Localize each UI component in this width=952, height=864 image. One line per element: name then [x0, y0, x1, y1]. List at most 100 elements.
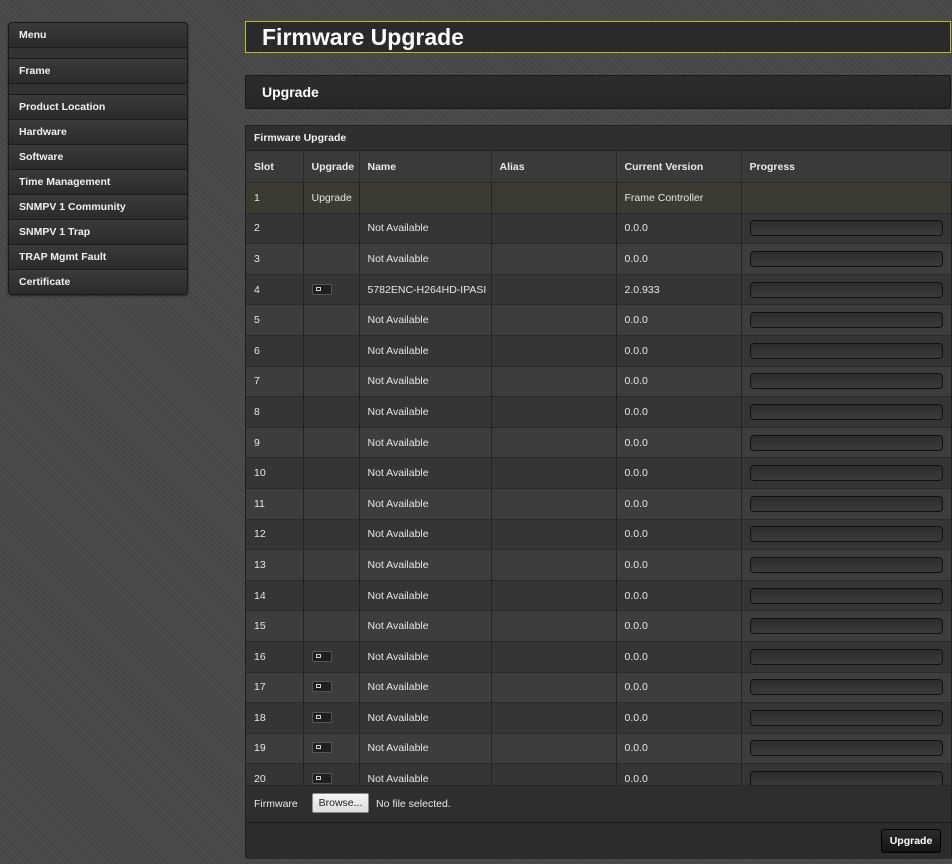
slot-upgrade-button[interactable]: [311, 711, 332, 723]
version-cell: 2.0.933: [616, 273, 742, 305]
alias-cell[interactable]: [491, 732, 617, 764]
alias-cell[interactable]: [491, 671, 617, 703]
name-cell: Not Available: [359, 334, 492, 367]
sidebar-item-software[interactable]: Software: [9, 145, 187, 170]
progress-bar: [749, 587, 943, 604]
slot-cell: 6: [246, 334, 304, 367]
sidebar-menu: Menu Frame Product Location Hardware Sof…: [8, 22, 188, 295]
alias-cell[interactable]: [491, 426, 617, 458]
version-cell: 0.0.0: [616, 640, 742, 672]
slot-cell: 3: [246, 243, 304, 275]
slot-cell: 7: [246, 365, 304, 397]
table-row: 17 Not Available 0.0.0: [246, 671, 952, 703]
slot-cell: 9: [246, 426, 304, 458]
slot-upgrade-button[interactable]: [311, 742, 332, 754]
progress-cell: [741, 273, 952, 305]
table-row: 7 Not Available 0.0.0: [246, 365, 952, 397]
name-cell: Not Available: [359, 732, 492, 764]
column-header-progress: Progress: [741, 151, 952, 183]
name-cell: Not Available: [359, 640, 492, 672]
slot-cell: 10: [246, 457, 304, 489]
sidebar-item-hardware[interactable]: Hardware: [9, 120, 187, 145]
slot-cell: 17: [246, 671, 304, 703]
table-row: 13 Not Available 0.0.0: [246, 549, 952, 581]
slot-cell: 18: [246, 702, 304, 734]
alias-cell[interactable]: [491, 243, 617, 275]
version-cell: 0.0.0: [616, 518, 742, 550]
table-row: 15 Not Available 0.0.0: [246, 610, 952, 642]
alias-cell[interactable]: [491, 549, 617, 581]
upgrade-cell: [303, 304, 360, 336]
alias-cell[interactable]: [491, 640, 617, 672]
table-row: 6 Not Available 0.0.0: [246, 334, 952, 367]
progress-cell: [741, 334, 952, 367]
table-row: 11 Not Available 0.0.0: [246, 487, 952, 520]
column-header-alias: Alias: [491, 151, 617, 183]
frame-controller-note: Frame Controller: [616, 182, 742, 214]
sidebar-divider: [9, 48, 187, 59]
name-cell: Not Available: [359, 457, 492, 489]
sidebar-item-product-location[interactable]: Product Location: [9, 95, 187, 120]
version-cell: 0.0.0: [616, 334, 742, 367]
version-cell: 0.0.0: [616, 671, 742, 703]
upgrade-cell: [303, 732, 360, 764]
progress-cell: [741, 304, 952, 336]
name-cell: Not Available: [359, 243, 492, 275]
version-cell: 0.0.0: [616, 702, 742, 734]
upgrade-cell: [303, 702, 360, 734]
progress-cell: [741, 243, 952, 275]
alias-cell[interactable]: [491, 702, 617, 734]
version-cell: 0.0.0: [616, 732, 742, 764]
section-title: Upgrade: [262, 84, 319, 100]
firmware-label: Firmware: [254, 798, 298, 810]
action-bar: Upgrade: [246, 822, 951, 859]
alias-cell[interactable]: [491, 579, 617, 611]
alias-cell[interactable]: [491, 273, 617, 305]
panel-title: Firmware Upgrade: [246, 126, 951, 151]
file-status: No file selected.: [376, 798, 451, 810]
sidebar-item-snmpv1-community[interactable]: SNMPV 1 Community: [9, 195, 187, 220]
column-header-slot: Slot: [246, 151, 304, 183]
progress-bar: [749, 526, 943, 543]
alias-cell[interactable]: [491, 610, 617, 642]
alias-cell[interactable]: [491, 457, 617, 489]
version-cell: 0.0.0: [616, 579, 742, 611]
upgrade-cell: [303, 273, 360, 305]
version-cell: 0.0.0: [616, 243, 742, 275]
progress-bar: [749, 403, 943, 420]
sidebar-item-trap-mgmt-fault[interactable]: TRAP Mgmt Fault: [9, 245, 187, 270]
alias-cell[interactable]: [491, 212, 617, 244]
name-cell: Not Available: [359, 487, 492, 520]
upgrade-button[interactable]: Upgrade: [881, 829, 941, 853]
sidebar-item-certificate[interactable]: Certificate: [9, 270, 187, 294]
progress-cell: [741, 487, 952, 520]
upgrade-link[interactable]: Upgrade: [303, 182, 360, 214]
sidebar-item-time-management[interactable]: Time Management: [9, 170, 187, 195]
name-cell: Not Available: [359, 549, 492, 581]
alias-cell[interactable]: [491, 396, 617, 428]
progress-cell: [741, 365, 952, 397]
slot-upgrade-button[interactable]: [311, 773, 332, 785]
table-header-row: Slot Upgrade Name Alias Current Version …: [246, 151, 952, 183]
version-cell: 0.0.0: [616, 487, 742, 520]
alias-cell[interactable]: [491, 334, 617, 367]
alias-cell[interactable]: [491, 487, 617, 520]
slot-upgrade-button[interactable]: [311, 681, 332, 693]
sidebar-item-frame[interactable]: Frame: [9, 59, 187, 84]
upgrade-cell: [303, 334, 360, 367]
progress-cell: [741, 549, 952, 581]
upgrade-cell: [303, 243, 360, 275]
upgrade-cell: [303, 640, 360, 672]
alias-cell[interactable]: [491, 304, 617, 336]
progress-bar: [749, 220, 943, 237]
sidebar-item-snmpv1-trap[interactable]: SNMPV 1 Trap: [9, 220, 187, 245]
slot-cell: 19: [246, 732, 304, 764]
alias-cell[interactable]: [491, 518, 617, 550]
progress-cell: [741, 610, 952, 642]
browse-button[interactable]: Browse...: [312, 793, 369, 813]
slot-upgrade-button[interactable]: [311, 283, 332, 295]
version-cell: 0.0.0: [616, 426, 742, 458]
version-cell: 0.0.0: [616, 304, 742, 336]
alias-cell[interactable]: [491, 365, 617, 397]
slot-upgrade-button[interactable]: [311, 650, 332, 662]
